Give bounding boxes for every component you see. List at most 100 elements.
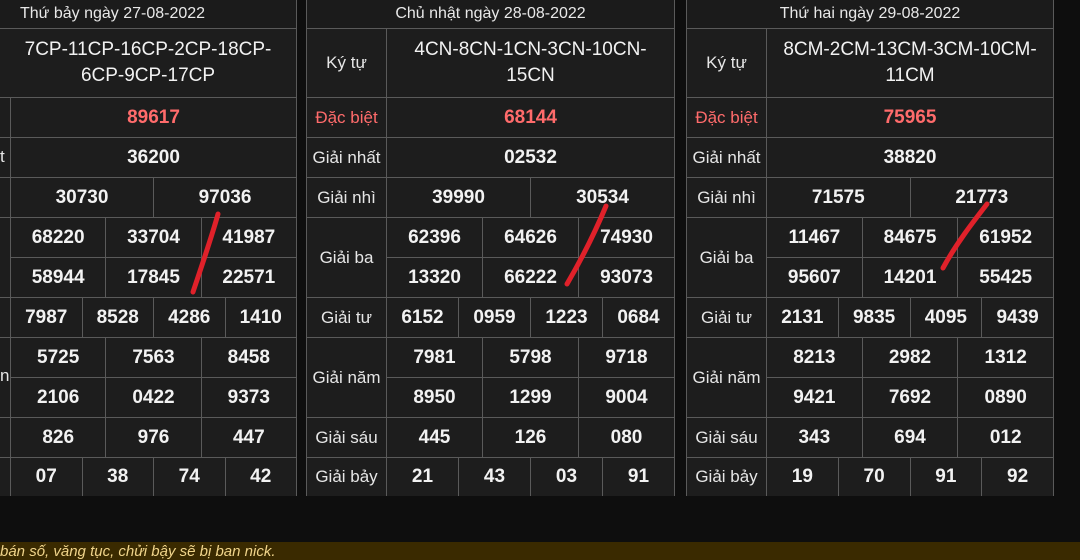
panel-header: Thứ hai ngày 29-08-2022	[687, 0, 1053, 29]
giai-nhi-value: 21773	[909, 178, 1054, 217]
row-label: Giải sáu	[687, 418, 767, 457]
row-label-fragment: t	[0, 147, 5, 166]
giai-ba-value: 41987	[200, 218, 296, 257]
giai-ba-value: 17845	[105, 258, 200, 297]
row-label: Giải bảy	[307, 458, 387, 496]
results-panel-3: Thứ hai ngày 29-08-2022 Ký tự 8CM-2CM-13…	[686, 0, 1054, 496]
footer-notice: bán số, văng tục, chửi bậy sẽ bị ban nic…	[0, 542, 1080, 560]
row-giai-tu: 7987 8528 4286 1410	[0, 298, 296, 338]
giai-tu-value: 7987	[25, 306, 68, 328]
giai-bay-value: 38	[81, 458, 154, 496]
row-label: Giải tư	[687, 298, 767, 337]
row-giai-ba: 68220 33704 41987 58944 17845 22571	[0, 218, 296, 298]
giai-ba-value: 11467	[788, 226, 841, 248]
giai-sau-value: 447	[200, 418, 296, 457]
giai-sau-value: 976	[105, 418, 200, 457]
giai-tu-value: 1410	[224, 298, 297, 337]
giai-ba-value: 13320	[408, 266, 461, 288]
giai-tu-value: 6152	[401, 306, 444, 328]
panel-header: Chủ nhật ngày 28-08-2022	[307, 0, 674, 29]
giai-nam-value: 7563	[105, 338, 200, 377]
giai-bay-value: 92	[981, 458, 1053, 496]
giai-tu-value: 9835	[837, 298, 910, 337]
giai-nam-value: 7981	[413, 346, 456, 368]
results-panel-2: Chủ nhật ngày 28-08-2022 Ký tự 4CN-8CN-1…	[306, 0, 675, 496]
giai-sau-value: 445	[418, 426, 451, 448]
giai-bay-value: 03	[530, 458, 602, 496]
row-giai-nam: n 5725 7563 8458 2106 0422 9373	[0, 338, 296, 418]
giai-bay-value: 43	[458, 458, 530, 496]
panel-header: Thứ bảy ngày 27-08-2022	[0, 0, 296, 29]
giai-ba-value: 62396	[408, 226, 461, 248]
row-giai-nhi: Giải nhì 71575 21773	[687, 178, 1053, 218]
giai-ba-value: 68220	[31, 226, 85, 248]
row-giai-bay: Giải bảy 19 70 91 92	[687, 458, 1053, 496]
row-label: Ký tự	[687, 28, 767, 97]
giai-nhi-value: 97036	[153, 178, 296, 217]
row-giai-tu: Giải tư 6152 0959 1223 0684	[307, 298, 674, 338]
giai-ba-value: 84675	[861, 218, 958, 257]
giai-sau-value: 826	[42, 426, 75, 448]
row-dac-biet: Đặc biệt 68144	[307, 98, 674, 138]
dac-biet-value: 89617	[127, 106, 180, 128]
giai-ba-value: 22571	[200, 258, 296, 297]
row-giai-bay: 07 38 74 42	[0, 458, 296, 496]
row-kytu: 7CP-11CP-16CP-2CP-18CP-6CP-9CP-17CP	[0, 28, 296, 98]
row-label: Giải sáu	[307, 418, 387, 457]
giai-ba-value: 93073	[578, 258, 674, 297]
row-label: Giải tư	[307, 298, 387, 337]
row-giai-sau: 826 976 447	[0, 418, 296, 458]
giai-nam-value: 9421	[793, 386, 836, 408]
giai-sau-value: 080	[578, 418, 674, 457]
row-label: Giải ba	[307, 218, 387, 297]
giai-tu-value: 1223	[530, 298, 602, 337]
row-giai-tu: Giải tư 2131 9835 4095 9439	[687, 298, 1053, 338]
giai-tu-value: 4286	[153, 298, 225, 337]
giai-nam-value: 0890	[957, 378, 1053, 417]
giai-bay-value: 21	[411, 466, 434, 487]
giai-ba-value: 61952	[957, 218, 1053, 257]
giai-nam-value: 8950	[413, 386, 456, 408]
giai-bay-value: 70	[837, 458, 910, 496]
giai-nam-value: 9373	[200, 378, 296, 417]
dac-biet-value: 68144	[504, 106, 557, 128]
row-label: Giải năm	[687, 338, 767, 417]
giai-nam-value: 8458	[200, 338, 296, 377]
row-label: Giải nhất	[687, 138, 767, 177]
row-kytu: Ký tự 4CN-8CN-1CN-3CN-10CN-15CN	[307, 28, 674, 98]
giai-bay-value: 42	[224, 458, 297, 496]
row-label: Ký tự	[307, 28, 387, 97]
giai-nhi-value: 30730	[55, 186, 109, 208]
giai-bay-value: 74	[153, 458, 225, 496]
giai-ba-value: 14201	[861, 258, 958, 297]
giai-ba-value: 66222	[482, 258, 578, 297]
giai-nam-value: 2982	[861, 338, 958, 377]
giai-ba-value: 55425	[957, 258, 1053, 297]
giai-bay-value: 91	[909, 458, 982, 496]
row-label: Giải bảy	[687, 458, 767, 496]
row-dac-biet: 89617	[0, 98, 296, 138]
row-giai-nhat: t 36200	[0, 138, 296, 178]
giai-bay-value: 07	[35, 466, 57, 487]
giai-tu-value: 2131	[781, 306, 824, 328]
row-giai-bay: Giải bảy 21 43 03 91	[307, 458, 674, 496]
row-giai-nhi: Giải nhì 39990 30534	[307, 178, 674, 218]
giai-nam-value: 1312	[957, 338, 1053, 377]
giai-ba-value: 95607	[787, 266, 841, 288]
row-label: Đặc biệt	[687, 98, 767, 137]
row-giai-nhat: Giải nhất 02532	[307, 138, 674, 178]
row-giai-ba: Giải ba 62396 64626 74930 13320 66222 93…	[307, 218, 674, 298]
giai-nam-value: 9004	[578, 378, 674, 417]
row-label: Giải nhì	[687, 178, 767, 217]
giai-tu-value: 9439	[981, 298, 1053, 337]
giai-nam-value: 8213	[793, 346, 836, 368]
giai-ba-value: 58944	[31, 266, 85, 288]
row-dac-biet: Đặc biệt 75965	[687, 98, 1053, 138]
dac-biet-value: 75965	[883, 106, 937, 128]
giai-bay-value: 19	[791, 466, 813, 487]
row-giai-ba: Giải ba 11467 84675 61952 95607 14201 55…	[687, 218, 1053, 298]
giai-ba-value: 64626	[482, 218, 578, 257]
kytu-value: 8CM-2CM-13CM-3CM-10CM-11CM	[783, 38, 1037, 86]
giai-nhi-value: 39990	[432, 186, 485, 208]
results-panel-1: Thứ bảy ngày 27-08-2022 7CP-11CP-16CP-2C…	[0, 0, 297, 496]
